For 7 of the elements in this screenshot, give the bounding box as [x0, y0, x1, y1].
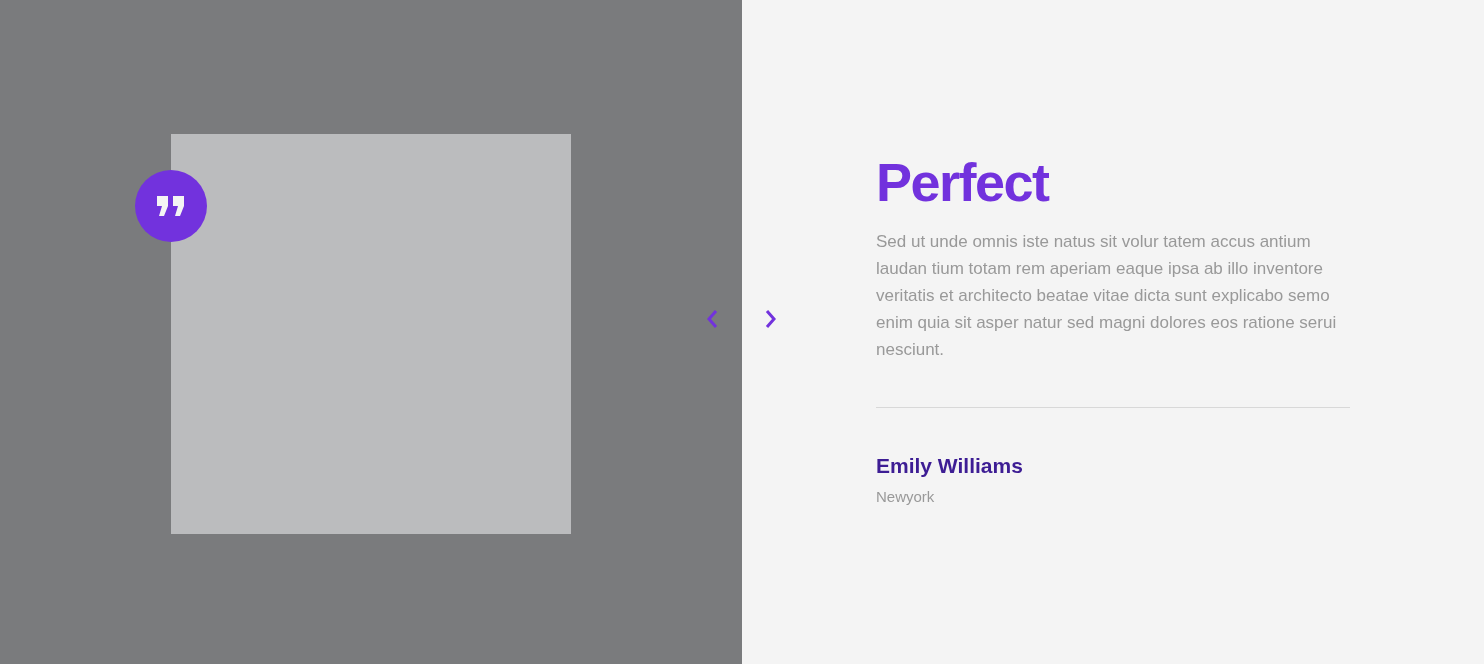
- chevron-left-icon: [706, 309, 718, 329]
- chevron-right-icon: [765, 309, 777, 329]
- author-location: Newyork: [876, 488, 935, 505]
- testimonial-title: Perfect: [876, 152, 1051, 212]
- quote-icon: [155, 194, 187, 218]
- testimonial-text: Sed ut unde omnis iste natus sit volur tatem accus antium laudan tium totam rem aperiam eaque ipsa ab illo inventore veritatis et architecto beatae vitae dicta sunt explicabo semo enim quia sit asper natur sed magni dolores eos ratione serui nesciunt.: [876, 231, 1338, 361]
- author-name: Emily Williams: [876, 454, 1023, 478]
